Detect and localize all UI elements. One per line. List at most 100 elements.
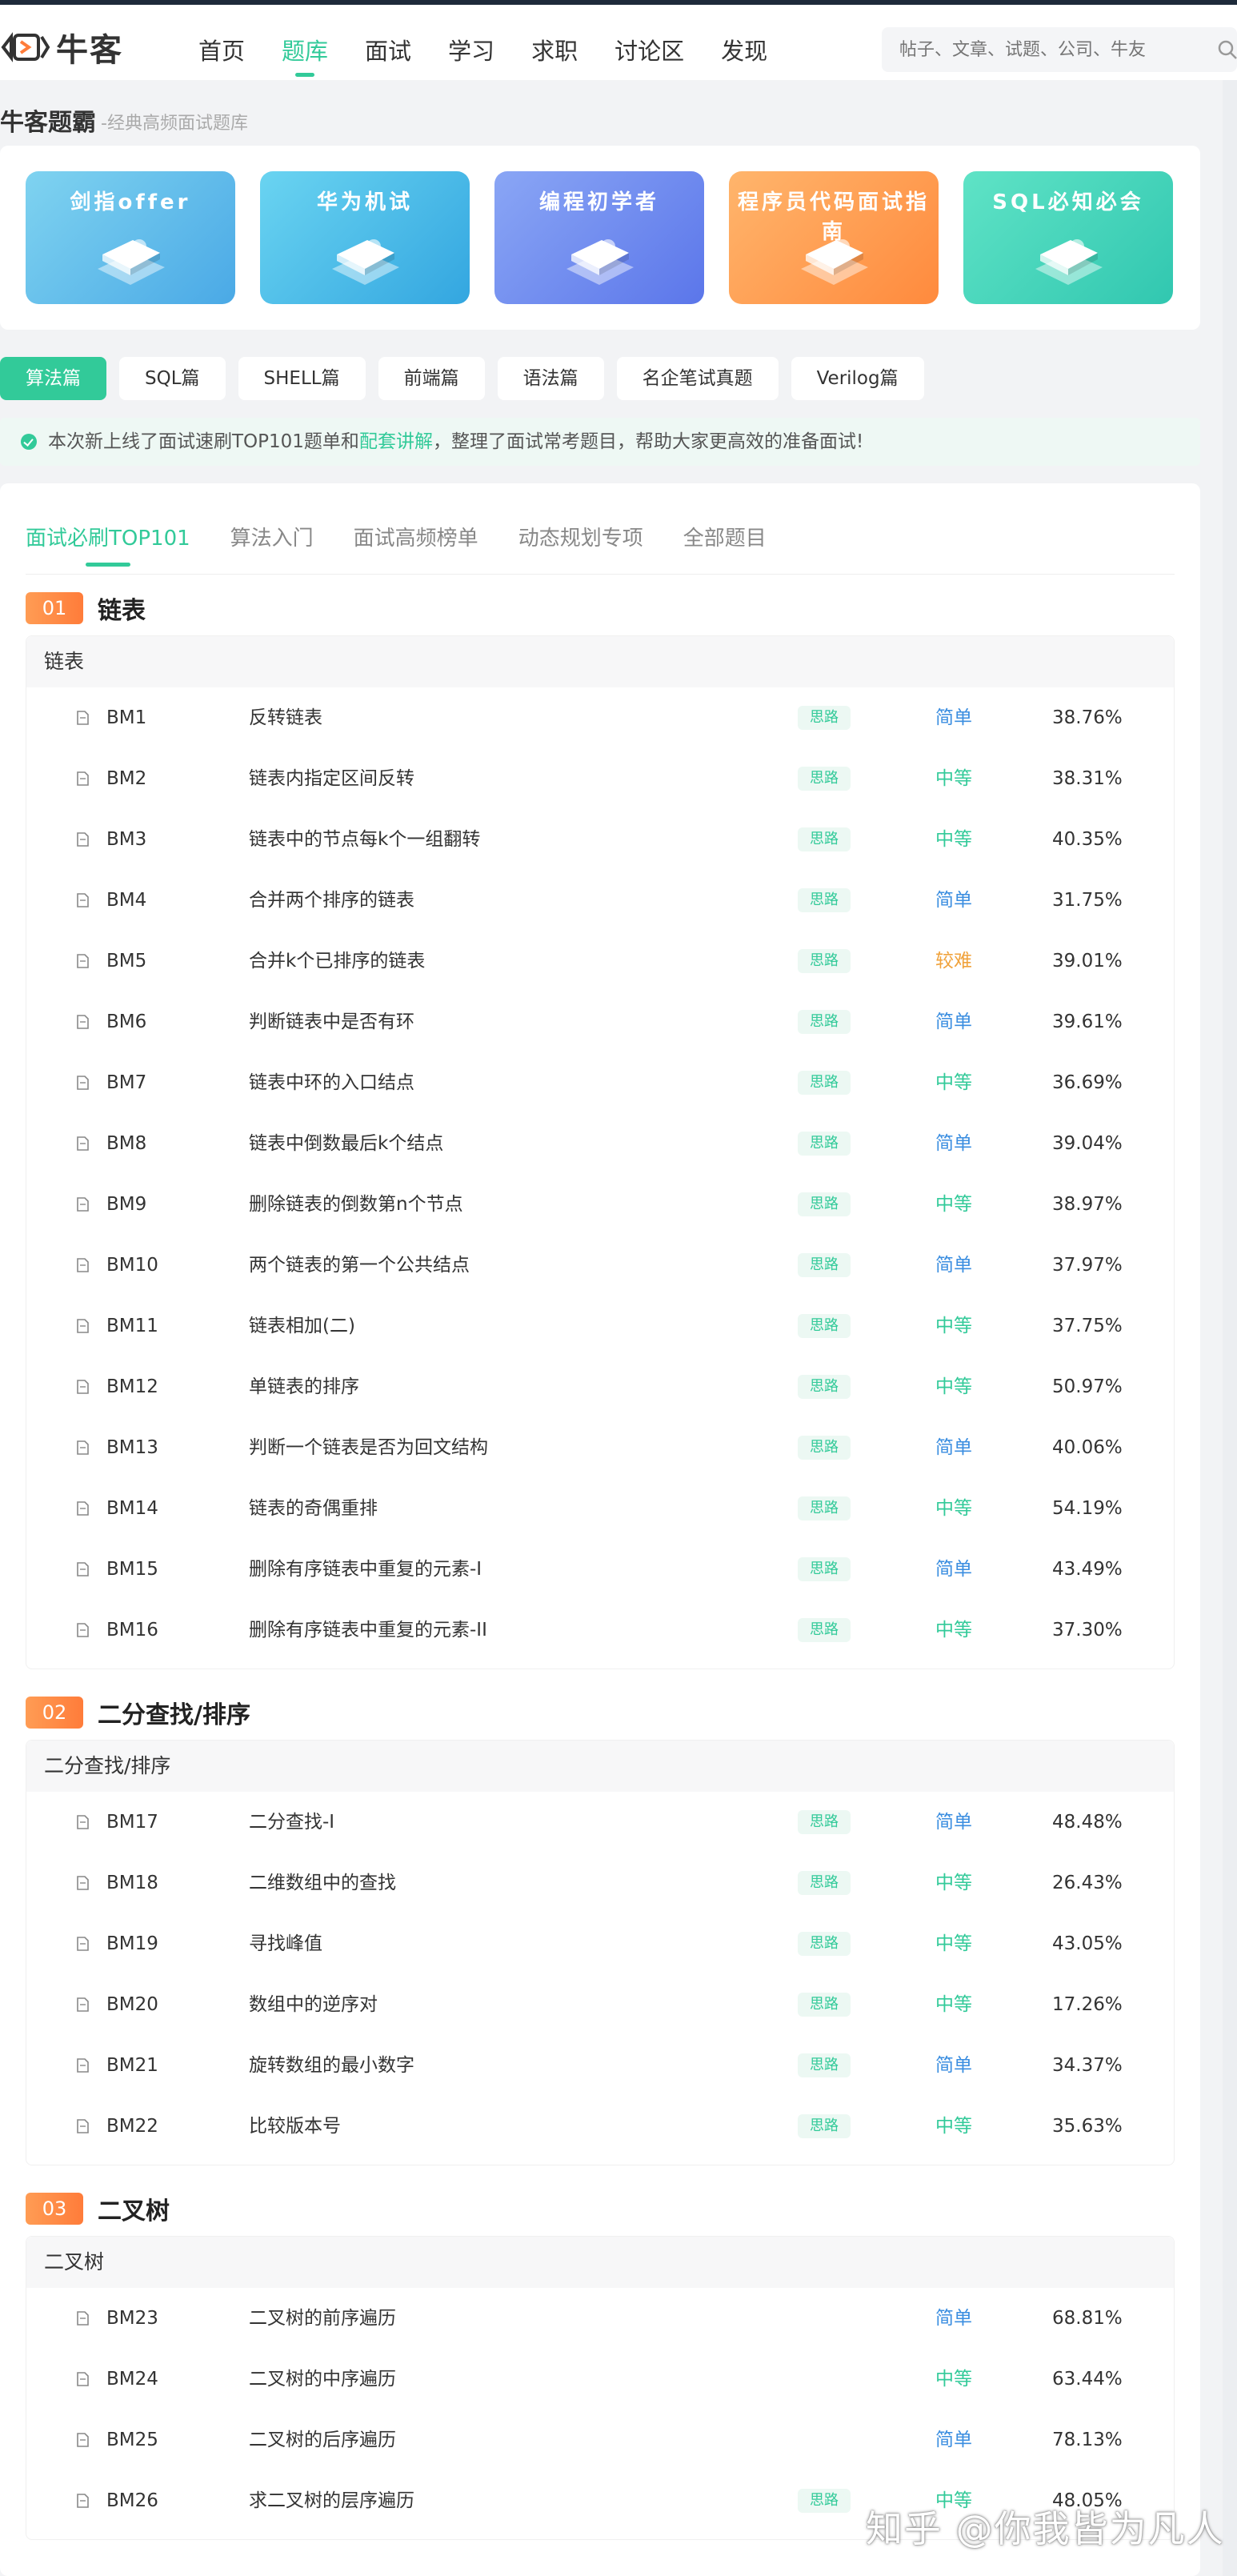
problem-row[interactable]: BM13 判断一个链表是否为回文结构 思路 简单 40.06% [26, 1417, 1174, 1478]
solution-idea-badge[interactable]: 思路 [798, 1557, 851, 1581]
solution-idea-badge[interactable]: 思路 [798, 1436, 851, 1460]
problem-title[interactable]: 二维数组中的查找 [249, 1853, 396, 1913]
problem-row[interactable]: BM15 删除有序链表中重复的元素-I 思路 简单 43.49% [26, 1539, 1174, 1600]
problem-row[interactable]: BM7 链表中环的入口结点 思路 中等 36.69% [26, 1052, 1174, 1113]
problem-title[interactable]: 寻找峰值 [249, 1913, 322, 1974]
solution-idea-badge[interactable]: 思路 [798, 2489, 851, 2513]
problem-title[interactable]: 二叉树的前序遍历 [249, 2288, 396, 2349]
solution-idea-badge[interactable]: 思路 [798, 767, 851, 791]
category-tag[interactable]: SQL篇 [119, 357, 226, 400]
problem-title[interactable]: 合并两个排序的链表 [249, 870, 414, 931]
problem-row[interactable]: BM5 合并k个已排序的链表 思路 较难 39.01% [26, 931, 1174, 992]
site-logo[interactable]: 牛客 [0, 27, 123, 69]
list-tab[interactable]: 面试必刷TOP101 [26, 519, 190, 575]
problem-row[interactable]: BM14 链表的奇偶重排 思路 中等 54.19% [26, 1478, 1174, 1539]
problem-row[interactable]: BM11 链表相加(二) 思路 中等 37.75% [26, 1296, 1174, 1356]
problem-row[interactable]: BM3 链表中的节点每k个一组翻转 思路 中等 40.35% [26, 809, 1174, 870]
solution-idea-badge[interactable]: 思路 [798, 1810, 851, 1834]
problem-row[interactable]: BM19 寻找峰值 思路 中等 43.05% [26, 1913, 1174, 1974]
solution-idea-badge[interactable]: 思路 [798, 888, 851, 912]
category-tag[interactable]: 语法篇 [497, 357, 604, 400]
problem-title[interactable]: 合并k个已排序的链表 [249, 931, 425, 992]
category-tag[interactable]: 算法篇 [0, 357, 106, 400]
problem-title[interactable]: 删除有序链表中重复的元素-I [249, 1539, 482, 1600]
problem-title[interactable]: 删除链表的倒数第n个节点 [249, 1174, 463, 1235]
solution-idea-badge[interactable]: 思路 [798, 1496, 851, 1520]
problem-row[interactable]: BM8 链表中倒数最后k个结点 思路 简单 39.04% [26, 1113, 1174, 1174]
solution-idea-badge[interactable]: 思路 [798, 2114, 851, 2138]
solution-idea-badge[interactable]: 思路 [798, 1932, 851, 1956]
solution-idea-badge[interactable]: 思路 [798, 949, 851, 973]
problem-row[interactable]: BM25 二叉树的后序遍历 简单 78.13% [26, 2410, 1174, 2470]
problem-row[interactable]: BM2 链表内指定区间反转 思路 中等 38.31% [26, 748, 1174, 809]
problem-row[interactable]: BM4 合并两个排序的链表 思路 简单 31.75% [26, 870, 1174, 931]
problem-row[interactable]: BM6 判断链表中是否有环 思路 简单 39.61% [26, 992, 1174, 1052]
nav-interview[interactable]: 面试 [365, 29, 411, 74]
problem-row[interactable]: BM22 比较版本号 思路 中等 35.63% [26, 2096, 1174, 2157]
problem-title[interactable]: 链表中的节点每k个一组翻转 [249, 809, 480, 870]
solution-idea-badge[interactable]: 思路 [798, 1993, 851, 2017]
nav-discover[interactable]: 发现 [721, 29, 767, 74]
list-tab[interactable]: 算法入门 [230, 519, 314, 575]
problem-title[interactable]: 二叉树的后序遍历 [249, 2410, 396, 2470]
nav-jobs[interactable]: 求职 [531, 29, 578, 74]
problem-title[interactable]: 比较版本号 [249, 2096, 341, 2157]
category-tag[interactable]: 前端篇 [378, 357, 485, 400]
nav-question-bank[interactable]: 题库 [282, 29, 328, 77]
problem-title[interactable]: 链表中倒数最后k个结点 [249, 1113, 443, 1174]
nav-home[interactable]: 首页 [198, 29, 245, 74]
problem-row[interactable]: BM1 反转链表 思路 简单 38.76% [26, 687, 1174, 748]
solution-idea-badge[interactable]: 思路 [798, 706, 851, 730]
problem-title[interactable]: 判断链表中是否有环 [249, 992, 414, 1052]
nav-discuss[interactable]: 讨论区 [614, 29, 684, 74]
banner-card[interactable]: 华为机试 [260, 171, 470, 304]
problem-row[interactable]: BM17 二分查找-I 思路 简单 48.48% [26, 1792, 1174, 1853]
nav-learn[interactable]: 学习 [448, 29, 494, 74]
solution-idea-badge[interactable]: 思路 [798, 1253, 851, 1277]
problem-row[interactable]: BM9 删除链表的倒数第n个节点 思路 中等 38.97% [26, 1174, 1174, 1235]
solution-idea-badge[interactable]: 思路 [798, 1871, 851, 1895]
list-tab[interactable]: 全部题目 [683, 519, 767, 575]
problem-title[interactable]: 判断一个链表是否为回文结构 [249, 1417, 488, 1478]
list-tab[interactable]: 动态规划专项 [518, 519, 643, 575]
problem-title[interactable]: 反转链表 [249, 687, 322, 748]
notice-link[interactable]: 配套讲解 [359, 431, 433, 452]
category-tag[interactable]: 名企笔试真题 [616, 357, 779, 400]
solution-idea-badge[interactable]: 思路 [798, 1071, 851, 1095]
problem-title[interactable]: 链表的奇偶重排 [249, 1478, 378, 1539]
search-icon[interactable] [1216, 38, 1237, 61]
problem-title[interactable]: 链表内指定区间反转 [249, 748, 414, 809]
problem-row[interactable]: BM10 两个链表的第一个公共结点 思路 简单 37.97% [26, 1235, 1174, 1296]
problem-row[interactable]: BM18 二维数组中的查找 思路 中等 26.43% [26, 1853, 1174, 1913]
problem-title[interactable]: 数组中的逆序对 [249, 1974, 378, 2035]
problem-row[interactable]: BM24 二叉树的中序遍历 中等 63.44% [26, 2349, 1174, 2410]
problem-row[interactable]: BM20 数组中的逆序对 思路 中等 17.26% [26, 1974, 1174, 2035]
search-input[interactable] [882, 27, 1194, 72]
problem-title[interactable]: 两个链表的第一个公共结点 [249, 1235, 470, 1296]
solution-idea-badge[interactable]: 思路 [798, 2053, 851, 2077]
banner-card[interactable]: 编程初学者 [494, 171, 704, 304]
problem-row[interactable]: BM12 单链表的排序 思路 中等 50.97% [26, 1356, 1174, 1417]
problem-row[interactable]: BM16 删除有序链表中重复的元素-II 思路 中等 37.30% [26, 1600, 1174, 1661]
problem-row[interactable]: BM23 二叉树的前序遍历 简单 68.81% [26, 2288, 1174, 2349]
problem-title[interactable]: 求二叉树的层序遍历 [249, 2470, 414, 2531]
solution-idea-badge[interactable]: 思路 [798, 1132, 851, 1156]
problem-title[interactable]: 删除有序链表中重复的元素-II [249, 1600, 487, 1661]
problem-title[interactable]: 二分查找-I [249, 1792, 334, 1853]
list-tab[interactable]: 面试高频榜单 [354, 519, 478, 575]
banner-card[interactable]: 程序员代码面试指南 [729, 171, 939, 304]
category-tag[interactable]: Verilog篇 [791, 357, 924, 400]
solution-idea-badge[interactable]: 思路 [798, 1618, 851, 1642]
problem-title[interactable]: 链表相加(二) [249, 1296, 355, 1356]
solution-idea-badge[interactable]: 思路 [798, 1375, 851, 1399]
solution-idea-badge[interactable]: 思路 [798, 1010, 851, 1034]
problem-title[interactable]: 旋转数组的最小数字 [249, 2035, 414, 2096]
problem-row[interactable]: BM21 旋转数组的最小数字 思路 简单 34.37% [26, 2035, 1174, 2096]
problem-title[interactable]: 二叉树的中序遍历 [249, 2349, 396, 2410]
solution-idea-badge[interactable]: 思路 [798, 1192, 851, 1216]
category-tag[interactable]: SHELL篇 [238, 357, 366, 400]
banner-card[interactable]: 剑指offer [26, 171, 235, 304]
banner-card[interactable]: SQL必知必会 [963, 171, 1173, 304]
problem-title[interactable]: 单链表的排序 [249, 1356, 359, 1417]
problem-title[interactable]: 链表中环的入口结点 [249, 1052, 414, 1113]
